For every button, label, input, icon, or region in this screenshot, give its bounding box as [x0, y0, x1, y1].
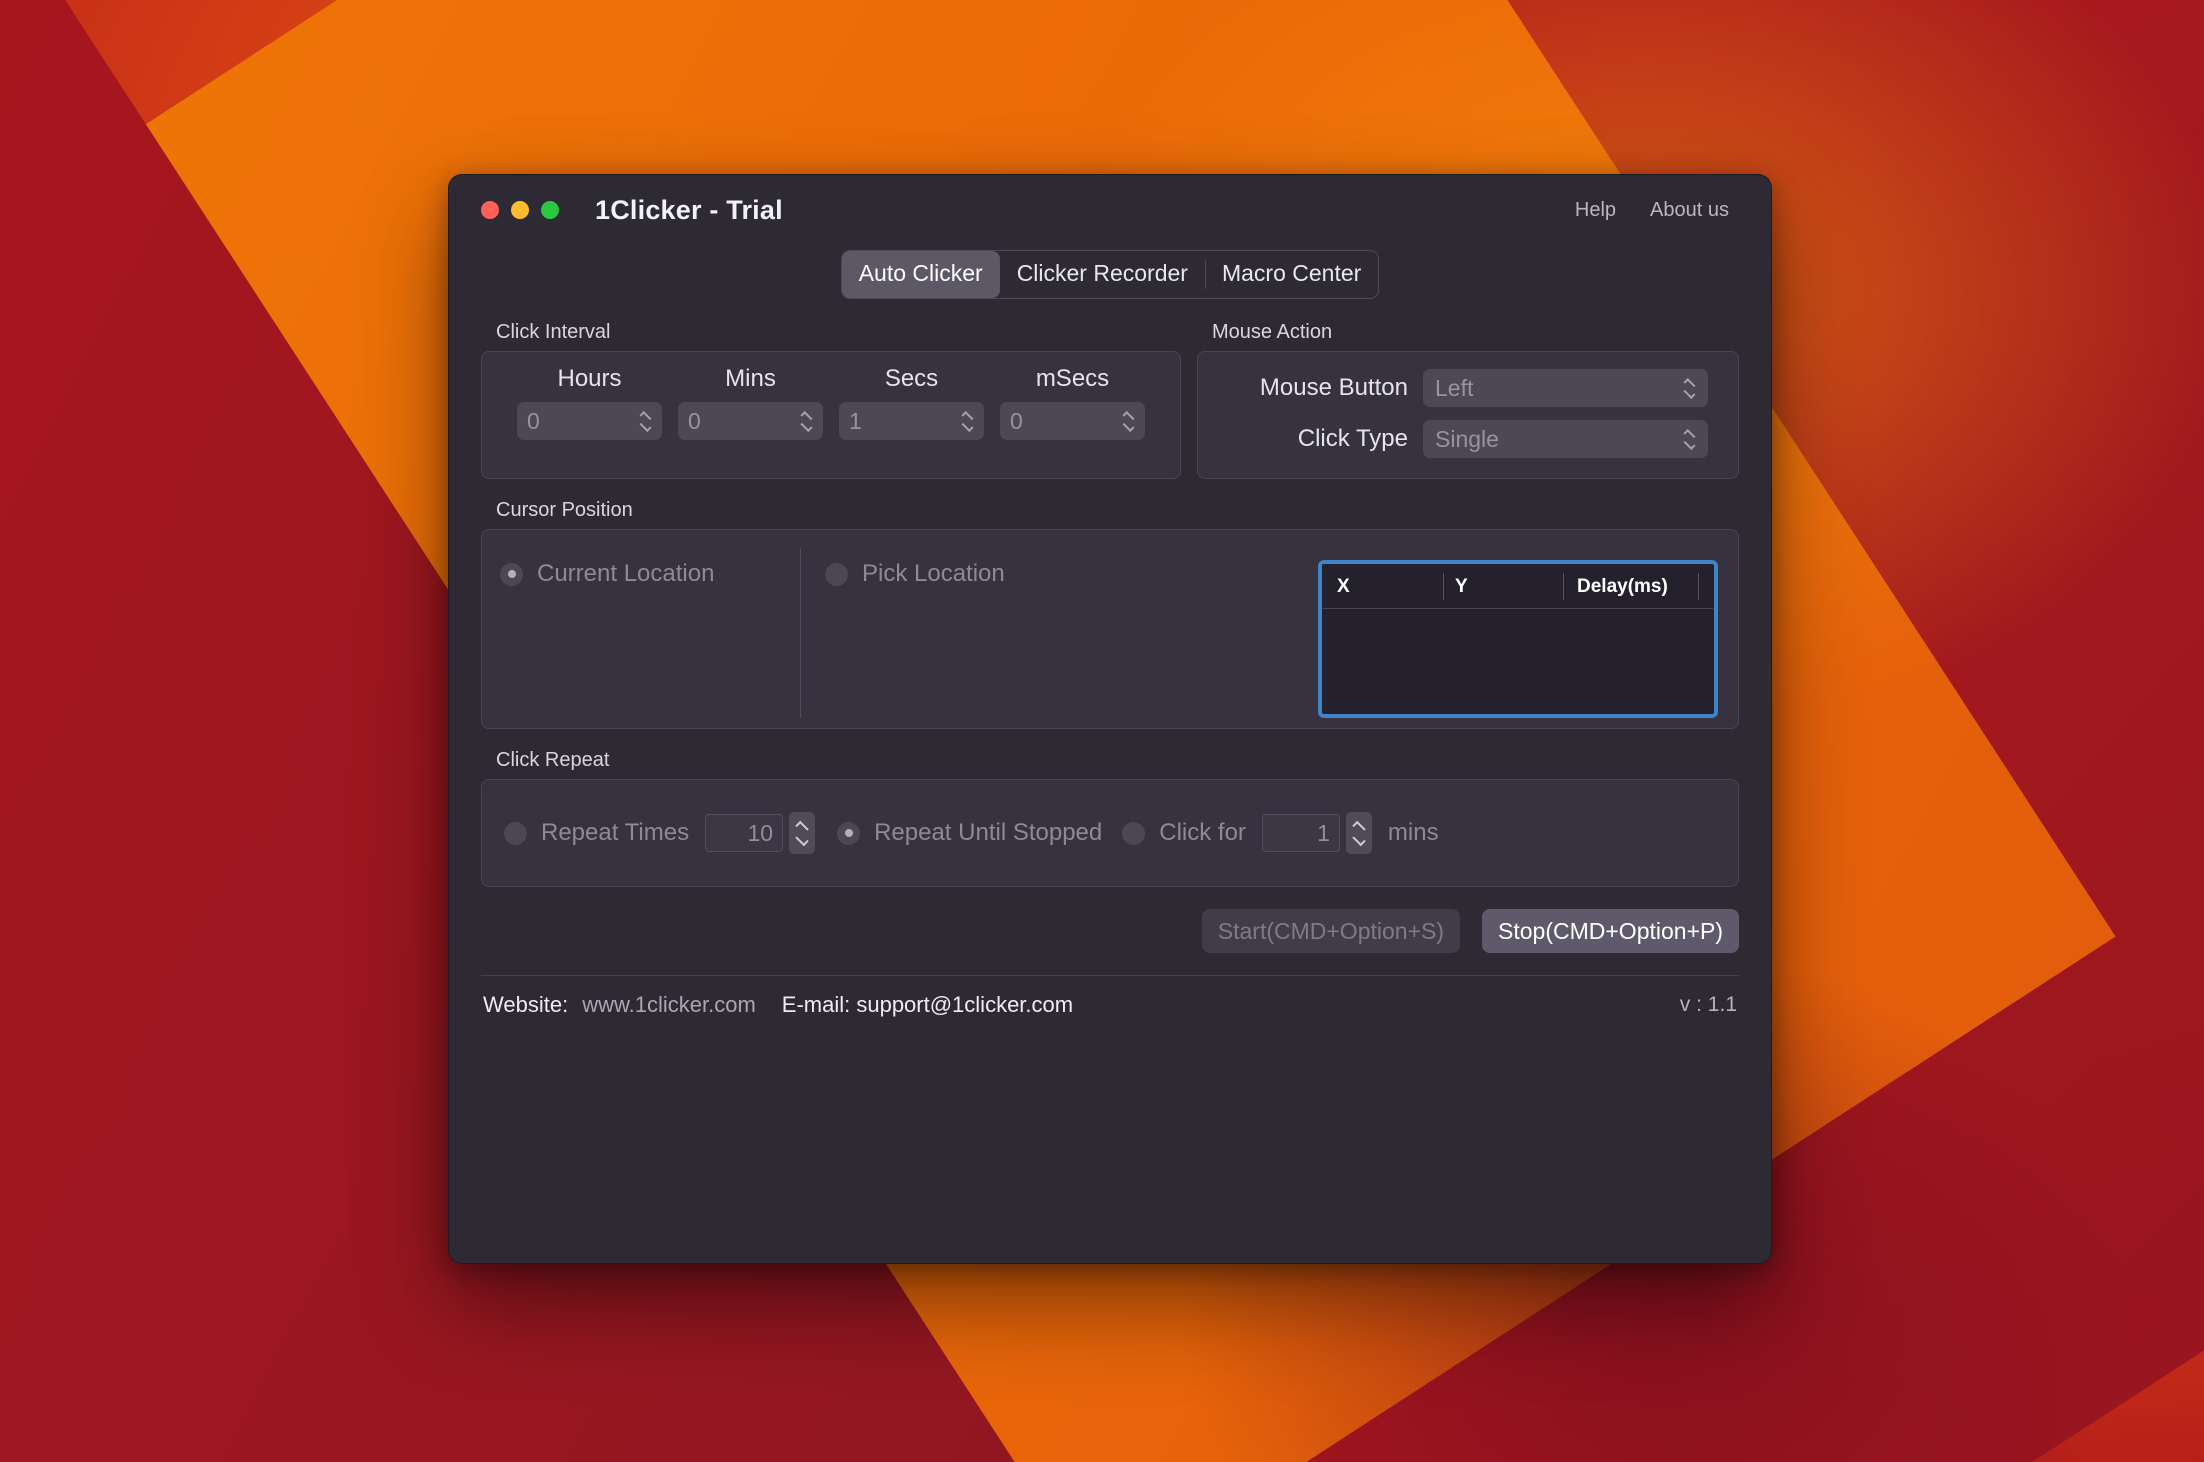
repeat-times-option[interactable]: Repeat Times 10: [504, 812, 816, 854]
repeat-times-stepper[interactable]: [789, 812, 816, 854]
mins-label: Mins: [725, 365, 776, 392]
mouse-button-label: Mouse Button: [1259, 374, 1408, 401]
repeat-until-stopped-radio-icon[interactable]: [837, 821, 861, 845]
click-for-option[interactable]: Click for 1 mins: [1122, 812, 1439, 854]
cursor-position-box: Current Location Pick Location X Y Delay…: [481, 529, 1739, 729]
current-location-radio-icon[interactable]: [500, 562, 523, 586]
secs-label: Secs: [884, 365, 939, 392]
click-interval-group: Click Interval Hours 0 Mins 0 Secs 1 mSe…: [481, 321, 1181, 479]
chevron-updown-icon[interactable]: [1682, 428, 1696, 450]
click-interval-box: Hours 0 Mins 0 Secs 1 mSecs 0: [481, 351, 1181, 479]
top-settings-row: Click Interval Hours 0 Mins 0 Secs 1 mSe…: [481, 321, 1739, 499]
click-type-select[interactable]: Single: [1423, 420, 1708, 458]
msecs-label: mSecs: [1035, 365, 1110, 392]
secs-value: 1: [849, 407, 862, 434]
cursor-position-group: Cursor Position Current Location Pick Lo…: [481, 499, 1739, 729]
title-bar: 1Clicker - Trial Help About us: [449, 175, 1771, 245]
column-header-x[interactable]: X: [1323, 565, 1443, 608]
pick-location-label: Pick Location: [862, 560, 1005, 587]
help-link[interactable]: Help: [1575, 199, 1616, 222]
repeat-times-label: Repeat Times: [541, 819, 690, 846]
tab-bar: Auto Clicker Clicker Recorder Macro Cent…: [449, 250, 1771, 299]
chevron-updown-icon[interactable]: [1682, 377, 1696, 399]
title-bar-links: Help About us: [1575, 199, 1729, 222]
cursor-position-group-label: Cursor Position: [496, 499, 633, 521]
chevron-updown-icon[interactable]: [960, 410, 974, 432]
click-repeat-box: Repeat Times 10 Repeat Until Stopped Cli…: [481, 779, 1739, 887]
chevron-updown-icon[interactable]: [1121, 410, 1135, 432]
click-interval-secs: Secs 1: [839, 365, 984, 440]
about-us-link[interactable]: About us: [1650, 199, 1729, 222]
current-location-option[interactable]: Current Location: [500, 560, 800, 588]
app-window: 1Clicker - Trial Help About us Auto Clic…: [448, 174, 1772, 1264]
chevron-updown-icon[interactable]: [799, 410, 813, 432]
mins-stepper[interactable]: 0: [678, 402, 823, 440]
coordinates-table[interactable]: X Y Delay(ms): [1318, 560, 1718, 718]
website-link[interactable]: www.1clicker.com: [582, 992, 756, 1018]
repeat-until-stopped-label: Repeat Until Stopped: [874, 819, 1103, 846]
click-repeat-group-label: Click Repeat: [496, 749, 610, 771]
click-for-unit-label: mins: [1387, 819, 1439, 846]
tab-clicker-recorder[interactable]: Clicker Recorder: [1000, 251, 1205, 298]
secs-stepper[interactable]: 1: [839, 402, 984, 440]
click-type-row: Click Type Single: [1218, 420, 1708, 458]
coordinates-table-header: X Y Delay(ms): [1323, 565, 1713, 609]
click-interval-msecs: mSecs 0: [1000, 365, 1145, 440]
click-type-label: Click Type: [1297, 425, 1408, 452]
stop-button[interactable]: Stop(CMD+Option+P): [1482, 909, 1739, 953]
chevron-updown-icon[interactable]: [638, 410, 652, 432]
repeat-until-stopped-option[interactable]: Repeat Until Stopped: [837, 819, 1102, 847]
window-content: Click Interval Hours 0 Mins 0 Secs 1 mSe…: [449, 299, 1771, 1018]
click-interval-hours: Hours 0: [517, 365, 662, 440]
tab-auto-clicker[interactable]: Auto Clicker: [841, 251, 1000, 298]
email-text[interactable]: E-mail: support@1clicker.com: [782, 992, 1073, 1018]
coordinates-table-body[interactable]: [1323, 609, 1713, 709]
pick-location-radio-icon[interactable]: [825, 562, 848, 586]
column-header-delay[interactable]: Delay(ms): [1563, 565, 1698, 608]
website-label: Website:: [483, 992, 569, 1017]
mouse-action-box: Mouse Button Left Click Type Single: [1197, 351, 1739, 479]
click-interval-group-label: Click Interval: [496, 321, 611, 343]
cursor-position-divider: [800, 548, 801, 718]
footer: Website: www.1clicker.com E-mail: suppor…: [481, 976, 1739, 1018]
mouse-action-group: Mouse Action Mouse Button Left Click Typ…: [1197, 321, 1739, 479]
hours-label: Hours: [557, 365, 622, 392]
click-repeat-group: Click Repeat Repeat Times 10 Repeat Unti…: [481, 749, 1739, 887]
mouse-action-group-label: Mouse Action: [1212, 321, 1333, 343]
action-buttons: Start(CMD+Option+S) Stop(CMD+Option+P): [481, 909, 1739, 953]
mouse-button-select[interactable]: Left: [1423, 369, 1708, 407]
repeat-times-input[interactable]: 10: [705, 814, 784, 852]
current-location-label: Current Location: [537, 560, 715, 587]
mins-value: 0: [688, 407, 701, 434]
msecs-value: 0: [1010, 407, 1023, 434]
version-label: v : 1.1: [1679, 993, 1737, 1016]
click-type-value: Single: [1435, 425, 1499, 452]
minimize-button-icon[interactable]: [511, 201, 529, 219]
window-title: 1Clicker - Trial: [595, 194, 783, 225]
column-header-y[interactable]: Y: [1443, 565, 1563, 608]
click-for-label: Click for: [1159, 819, 1246, 846]
click-for-input[interactable]: 1: [1261, 814, 1340, 852]
tab-segmented-control: Auto Clicker Clicker Recorder Macro Cent…: [840, 250, 1380, 299]
close-button-icon[interactable]: [481, 201, 499, 219]
msecs-stepper[interactable]: 0: [1000, 402, 1145, 440]
click-for-stepper[interactable]: [1345, 812, 1372, 854]
click-interval-fields: Hours 0 Mins 0 Secs 1 mSecs 0: [498, 352, 1164, 440]
click-for-radio-icon[interactable]: [1122, 821, 1146, 845]
mouse-button-value: Left: [1435, 374, 1474, 401]
hours-value: 0: [527, 407, 540, 434]
pick-location-option[interactable]: Pick Location: [825, 560, 1065, 588]
tab-macro-center[interactable]: Macro Center: [1204, 251, 1378, 298]
column-header-spacer: [1698, 565, 1713, 608]
hours-stepper[interactable]: 0: [517, 402, 662, 440]
click-interval-mins: Mins 0: [678, 365, 823, 440]
repeat-times-radio-icon[interactable]: [504, 821, 527, 845]
mouse-button-row: Mouse Button Left: [1218, 369, 1708, 407]
zoom-button-icon[interactable]: [541, 201, 559, 219]
start-button[interactable]: Start(CMD+Option+S): [1201, 909, 1461, 953]
traffic-light-buttons: [481, 201, 559, 219]
